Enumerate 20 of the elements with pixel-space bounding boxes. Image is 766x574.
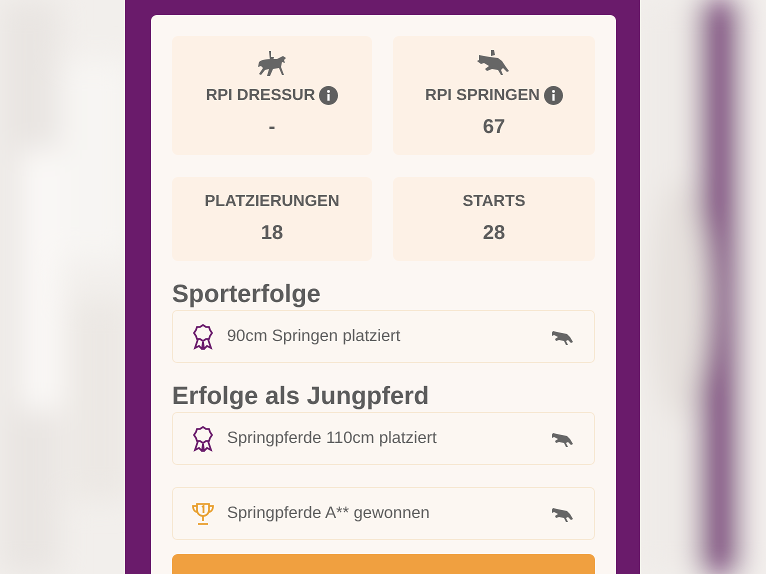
achievement-text: Springpferde 110cm platziert (227, 428, 438, 450)
info-icon[interactable] (544, 86, 563, 105)
info-icon[interactable] (319, 86, 338, 105)
stat-label: RPI DRESSUR (206, 86, 316, 106)
trophy-icon (191, 500, 215, 526)
section-heading: Sporterfolge (172, 279, 322, 309)
dressage-horse-icon (255, 50, 289, 78)
achievement-text: Springpferde A** gewonnen (227, 503, 431, 524)
stat-label: STARTS (462, 192, 526, 212)
stat-label: RPI SPRINGEN (425, 86, 540, 106)
rosette-icon (191, 324, 215, 350)
stat-value: 18 (260, 221, 284, 246)
stat-value: - (268, 114, 276, 140)
stat-label: PLATZIERUNGEN (204, 192, 340, 212)
jumping-horse-icon (477, 50, 511, 78)
rosette-icon (191, 426, 215, 452)
section-heading: Erfolge als Jungpferd (172, 381, 430, 411)
achievement-text: 90cm Springen platziert (227, 326, 402, 348)
stat-value: 28 (482, 221, 506, 246)
stat-value: 67 (482, 114, 506, 140)
